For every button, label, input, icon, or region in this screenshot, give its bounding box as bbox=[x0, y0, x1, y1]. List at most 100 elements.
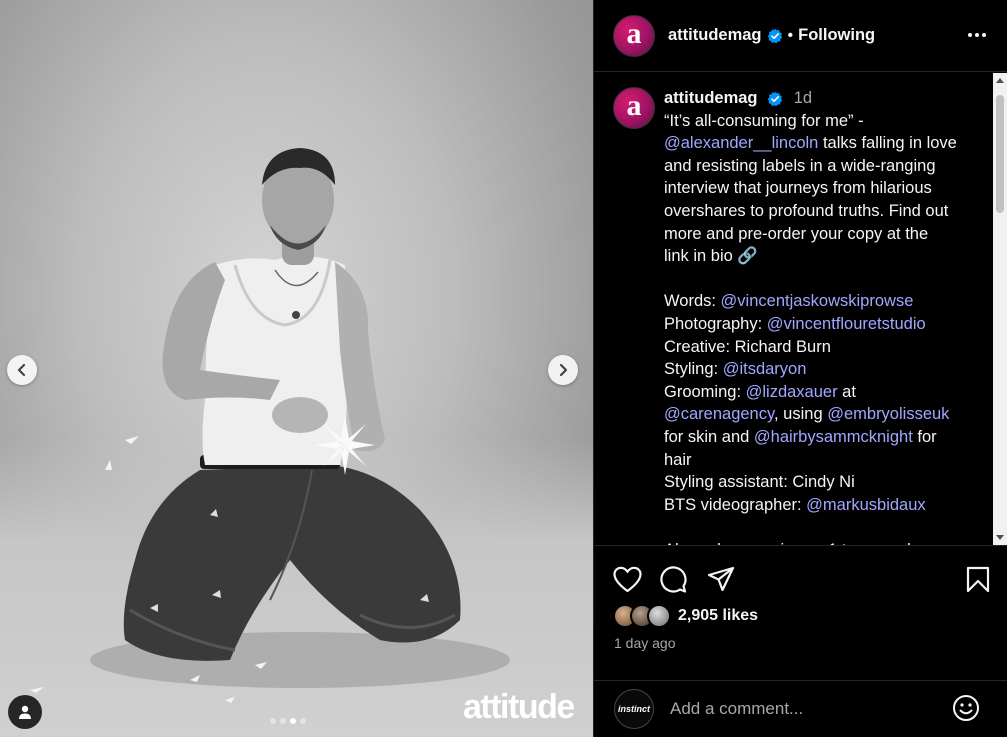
caption-text-part: , using bbox=[774, 405, 828, 424]
carousel-dot bbox=[280, 718, 286, 724]
caption-line: @alexander__lincoln talks falling in lov… bbox=[664, 132, 982, 155]
post-header: a attitudemag • Following bbox=[594, 0, 1007, 72]
caption-text-part: Styling: bbox=[664, 360, 723, 379]
emoji-button[interactable] bbox=[952, 694, 980, 727]
attitude-watermark: attitude bbox=[463, 688, 575, 726]
mention-link[interactable]: @lizdaxauer bbox=[746, 383, 838, 401]
carousel-dots bbox=[270, 718, 306, 724]
post-time[interactable]: 1d bbox=[794, 89, 812, 107]
caption-text-part: Photography: bbox=[664, 314, 767, 333]
mention-link[interactable]: @carenagency bbox=[664, 405, 774, 423]
caption-scrollbar[interactable] bbox=[993, 73, 1007, 545]
mention-link[interactable]: @embryolisseuk bbox=[827, 405, 949, 423]
chevron-left-icon bbox=[17, 363, 26, 377]
caption-text-part: link in bio 🔗 bbox=[664, 247, 758, 266]
mention-link[interactable]: @vincentflouretstudio bbox=[767, 315, 926, 333]
scroll-down-arrow[interactable] bbox=[996, 535, 1004, 540]
caption-line: and resisting labels in a wide-ranging bbox=[664, 155, 982, 178]
caption-line: Words: @vincentjaskowskiprowse bbox=[664, 290, 982, 313]
avatar-letter: a bbox=[626, 89, 642, 122]
caption-line: Grooming: @lizdaxauer at bbox=[664, 381, 982, 404]
comment-icon bbox=[660, 566, 687, 593]
user-tags-button[interactable] bbox=[8, 695, 42, 729]
comment-bar: instinct bbox=[594, 680, 1007, 737]
caption-line: hair bbox=[664, 449, 982, 472]
scrollbar-thumb[interactable] bbox=[996, 95, 1004, 213]
caption-line: for skin and @hairbysammcknight for bbox=[664, 426, 982, 449]
liker-avatar bbox=[647, 604, 671, 628]
more-options-button[interactable] bbox=[967, 25, 987, 43]
carousel-dot bbox=[300, 718, 306, 724]
verified-badge-icon bbox=[767, 91, 783, 106]
share-button[interactable] bbox=[707, 566, 735, 597]
author-avatar[interactable]: a bbox=[613, 14, 655, 57]
caption-text-part: Grooming: bbox=[664, 382, 746, 401]
likes-row: 2,905 likes bbox=[613, 604, 758, 628]
carousel-next-button[interactable] bbox=[548, 355, 578, 385]
caption-text-part: Styling assistant: Cindy Ni bbox=[664, 473, 855, 492]
comment-button[interactable] bbox=[659, 566, 687, 599]
caption-gap bbox=[664, 268, 982, 291]
post-sidebar: a attitudemag • Following a attitudemag bbox=[593, 0, 1007, 737]
scroll-up-arrow[interactable] bbox=[996, 78, 1004, 83]
caption-text-part: BTS videographer: bbox=[664, 495, 807, 514]
like-button[interactable] bbox=[613, 566, 642, 598]
likes-count[interactable]: 2,905 likes bbox=[678, 607, 758, 625]
caption-text-part: for bbox=[912, 427, 937, 446]
comment-input[interactable] bbox=[670, 699, 940, 719]
caption-text-part: interview that journeys from hilarious bbox=[664, 179, 932, 198]
caption-line: BTS videographer: @markusbidaux bbox=[664, 494, 982, 517]
caption-line: Creative: Richard Burn bbox=[664, 336, 982, 359]
avatar-letter: a bbox=[626, 16, 642, 50]
carousel-prev-button[interactable] bbox=[7, 355, 37, 385]
liker-avatars[interactable] bbox=[613, 604, 671, 628]
caption-text-part: at bbox=[837, 382, 856, 401]
caption-text-part: for skin and bbox=[664, 427, 754, 446]
caption-line: more and pre-order your copy at the bbox=[664, 223, 982, 246]
heart-icon bbox=[613, 566, 642, 593]
mention-link[interactable]: @alexander__lincoln bbox=[664, 134, 818, 152]
caption-text: attitudemag 1d “It’s all-consuming for m… bbox=[664, 87, 982, 545]
mention-link[interactable]: @markusbidaux bbox=[806, 496, 925, 514]
caption-line: overshares to profound truths. Find out bbox=[664, 200, 982, 223]
caption-scroll-area[interactable]: a attitudemag 1d “It’s all-consuming for… bbox=[594, 73, 1007, 545]
caption-text-part: hair bbox=[664, 450, 692, 469]
caption-line: interview that journeys from hilarious bbox=[664, 177, 982, 200]
commenter-avatar-text: instinct bbox=[617, 704, 650, 714]
following-button[interactable]: Following bbox=[798, 26, 875, 45]
post-actions: 2,905 likes 1 day ago bbox=[594, 545, 1007, 680]
bookmark-icon bbox=[966, 566, 990, 593]
carousel-dot bbox=[270, 718, 276, 724]
mention-link[interactable]: @hairbysammcknight bbox=[754, 428, 913, 446]
post-date[interactable]: 1 day ago bbox=[614, 635, 676, 651]
caption-header-line: attitudemag 1d bbox=[664, 87, 982, 110]
caption-body: “It’s all-consuming for me” - @alexander_… bbox=[664, 110, 982, 545]
caption-line: @carenagency, using @embryolisseuk bbox=[664, 403, 982, 426]
share-icon bbox=[707, 566, 735, 592]
caption-text-part: overshares to profound truths. Find out bbox=[664, 201, 949, 220]
caption-line: Photography: @vincentflouretstudio bbox=[664, 313, 982, 336]
caption-username[interactable]: attitudemag bbox=[664, 89, 758, 107]
post-photo bbox=[30, 148, 510, 703]
post-media: attitude bbox=[0, 0, 593, 737]
save-button[interactable] bbox=[966, 566, 990, 598]
caption-text-part: Words: bbox=[664, 292, 721, 311]
commenter-avatar[interactable]: instinct bbox=[614, 689, 654, 729]
action-icons bbox=[613, 566, 990, 594]
mention-link[interactable]: @vincentjaskowskiprowse bbox=[721, 292, 914, 310]
follow-separator: • bbox=[787, 26, 794, 44]
caption-text-part: more and pre-order your copy at the bbox=[664, 224, 929, 243]
chevron-right-icon bbox=[559, 363, 568, 377]
caption-author-avatar[interactable]: a bbox=[613, 87, 655, 129]
caption-line: Styling: @itsdaryon bbox=[664, 358, 982, 381]
caption-text-part: “It’s all-consuming for me” - bbox=[664, 111, 864, 130]
emoji-icon bbox=[953, 695, 979, 721]
mention-link[interactable]: @itsdaryon bbox=[723, 360, 807, 378]
caption: a attitudemag 1d “It’s all-consuming for… bbox=[594, 73, 1007, 545]
more-horizontal-icon bbox=[968, 33, 986, 37]
author-username[interactable]: attitudemag bbox=[668, 26, 762, 45]
caption-text-part: talks falling in love bbox=[818, 134, 957, 153]
caption-text-part: Creative: Richard Burn bbox=[664, 337, 831, 356]
user-tag-icon bbox=[19, 705, 31, 719]
caption-line: “It’s all-consuming for me” - bbox=[664, 110, 982, 133]
